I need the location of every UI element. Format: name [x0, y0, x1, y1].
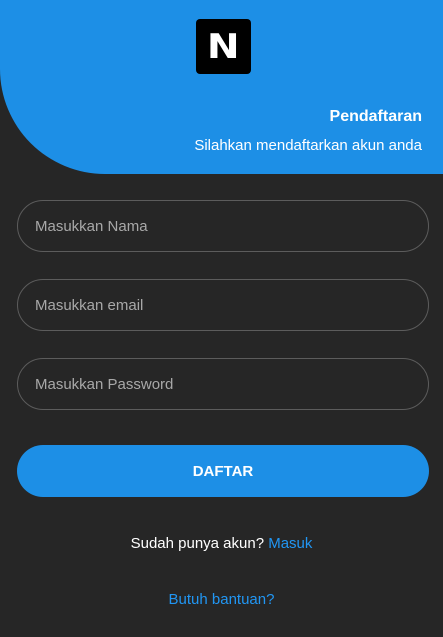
login-link[interactable]: Masuk: [268, 535, 312, 552]
header-banner: N Pendaftaran Silahkan mendaftarkan akun…: [0, 0, 443, 174]
password-input[interactable]: [17, 358, 429, 410]
login-row: Sudah punya akun? Masuk: [0, 535, 443, 552]
register-button[interactable]: DAFTAR: [17, 445, 429, 497]
name-input[interactable]: [17, 200, 429, 252]
page-title: Pendaftaran: [329, 108, 422, 125]
app-logo: N: [196, 19, 251, 74]
login-prompt: Sudah punya akun?: [130, 535, 265, 552]
page-subtitle: Silahkan mendaftarkan akun anda: [194, 137, 422, 154]
logo-letter: N: [207, 26, 240, 67]
help-link[interactable]: Butuh bantuan?: [0, 591, 443, 608]
email-input[interactable]: [17, 279, 429, 331]
